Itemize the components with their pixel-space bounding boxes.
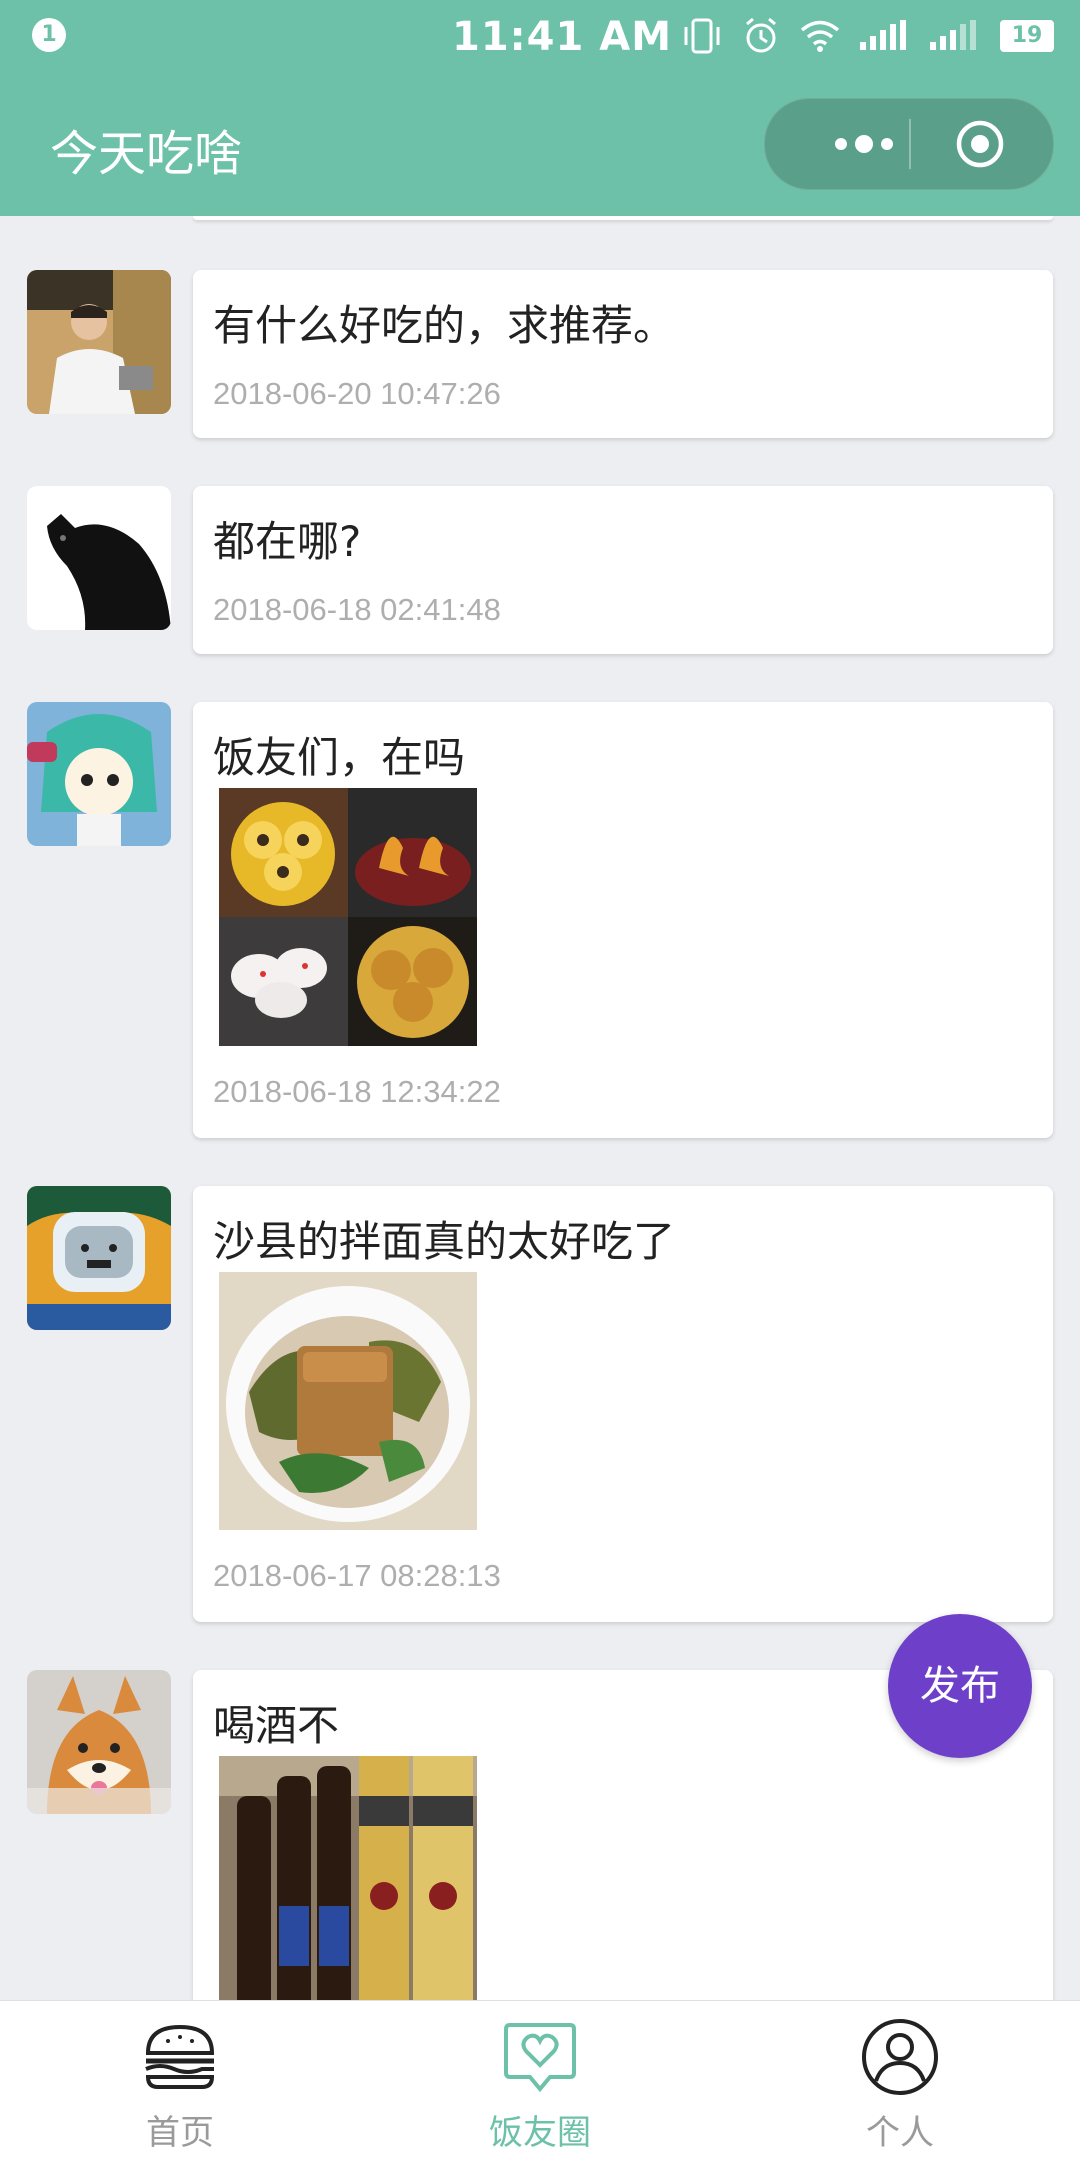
post-image[interactable] — [219, 1756, 477, 2000]
post-text: 喝酒不 — [213, 1701, 340, 1750]
person-icon — [862, 2019, 938, 2095]
post-text: 都在哪? — [213, 517, 362, 566]
post-item[interactable]: 都在哪? 2018-06-18 02:41:48 — [0, 486, 1080, 654]
post-card[interactable]: 都在哪? 2018-06-18 02:41:48 — [193, 486, 1053, 654]
avatar[interactable] — [27, 702, 171, 846]
tab-profile[interactable]: 个人 — [720, 2001, 1080, 2160]
burger-icon — [145, 2024, 215, 2089]
post-card[interactable]: 有什么好吃的，求推荐。 2018-06-20 10:47:26 — [193, 270, 1053, 438]
avatar[interactable] — [27, 270, 171, 414]
tab-friends-circle[interactable]: 饭友圈 — [360, 2001, 720, 2160]
status-time: 11:41 AM — [452, 14, 673, 60]
post-card[interactable]: 饭友们，在吗 2018-06-18 12:34:22 — [193, 702, 1053, 1138]
capsule-divider — [909, 119, 911, 169]
post-timestamp: 2018-06-20 10:47:26 — [213, 376, 501, 411]
nav-bar: 今天吃啥 — [0, 70, 1080, 216]
post-text: 沙县的拌面真的太好吃了 — [213, 1217, 676, 1266]
app-root: 1 11:41 AM 19 今天吃啥 有什么好吃的，求推荐。 2018-06-2… — [0, 0, 1080, 2160]
signal-2-icon — [930, 20, 976, 50]
tab-label: 饭友圈 — [489, 2113, 591, 2153]
post-item[interactable]: 饭友们，在吗 2018-06-18 12:34:22 — [0, 702, 1080, 1138]
publish-button[interactable]: 发布 — [888, 1614, 1032, 1758]
signal-1-icon — [860, 20, 906, 50]
post-item[interactable]: 沙县的拌面真的太好吃了 2018-06-17 08:28:13 — [0, 1186, 1080, 1622]
post-timestamp: 2018-06-17 08:28:13 — [213, 1558, 501, 1593]
avatar[interactable] — [27, 1186, 171, 1330]
close-mini-program-icon[interactable] — [955, 119, 1005, 169]
mini-program-capsule — [764, 98, 1054, 190]
post-timestamp: 2018-06-18 02:41:48 — [213, 592, 501, 627]
post-item[interactable]: 有什么好吃的，求推荐。 2018-06-20 10:47:26 — [0, 270, 1080, 438]
feed-list[interactable]: 有什么好吃的，求推荐。 2018-06-20 10:47:26 都在哪? 201… — [0, 216, 1080, 2000]
post-image[interactable] — [219, 788, 477, 1046]
status-icons: 19 — [682, 16, 1054, 56]
post-card[interactable]: 沙县的拌面真的太好吃了 2018-06-17 08:28:13 — [193, 1186, 1053, 1622]
post-text: 有什么好吃的，求推荐。 — [213, 301, 676, 350]
post-text: 饭友们，在吗 — [213, 733, 466, 782]
wifi-icon — [800, 20, 840, 52]
status-bar: 1 11:41 AM 19 — [0, 0, 1080, 70]
tab-home[interactable]: 首页 — [0, 2001, 360, 2160]
tab-bar: 首页 饭友圈 个人 — [0, 2000, 1080, 2160]
page-title: 今天吃啥 — [50, 126, 243, 182]
avatar[interactable] — [27, 486, 171, 630]
battery-indicator: 19 — [1000, 20, 1054, 52]
more-options-icon[interactable] — [809, 99, 919, 189]
post-image[interactable] — [219, 1272, 477, 1530]
alarm-icon — [746, 17, 776, 53]
avatar[interactable] — [27, 1670, 171, 1814]
tab-label: 首页 — [146, 2113, 214, 2153]
vibrate-icon — [684, 18, 720, 54]
tab-label: 个人 — [866, 2113, 934, 2153]
notification-badge: 1 — [32, 18, 66, 52]
post-timestamp: 2018-06-18 12:34:22 — [213, 1074, 501, 1109]
previous-card-edge — [193, 216, 1053, 220]
heart-chat-icon — [504, 2023, 576, 2093]
